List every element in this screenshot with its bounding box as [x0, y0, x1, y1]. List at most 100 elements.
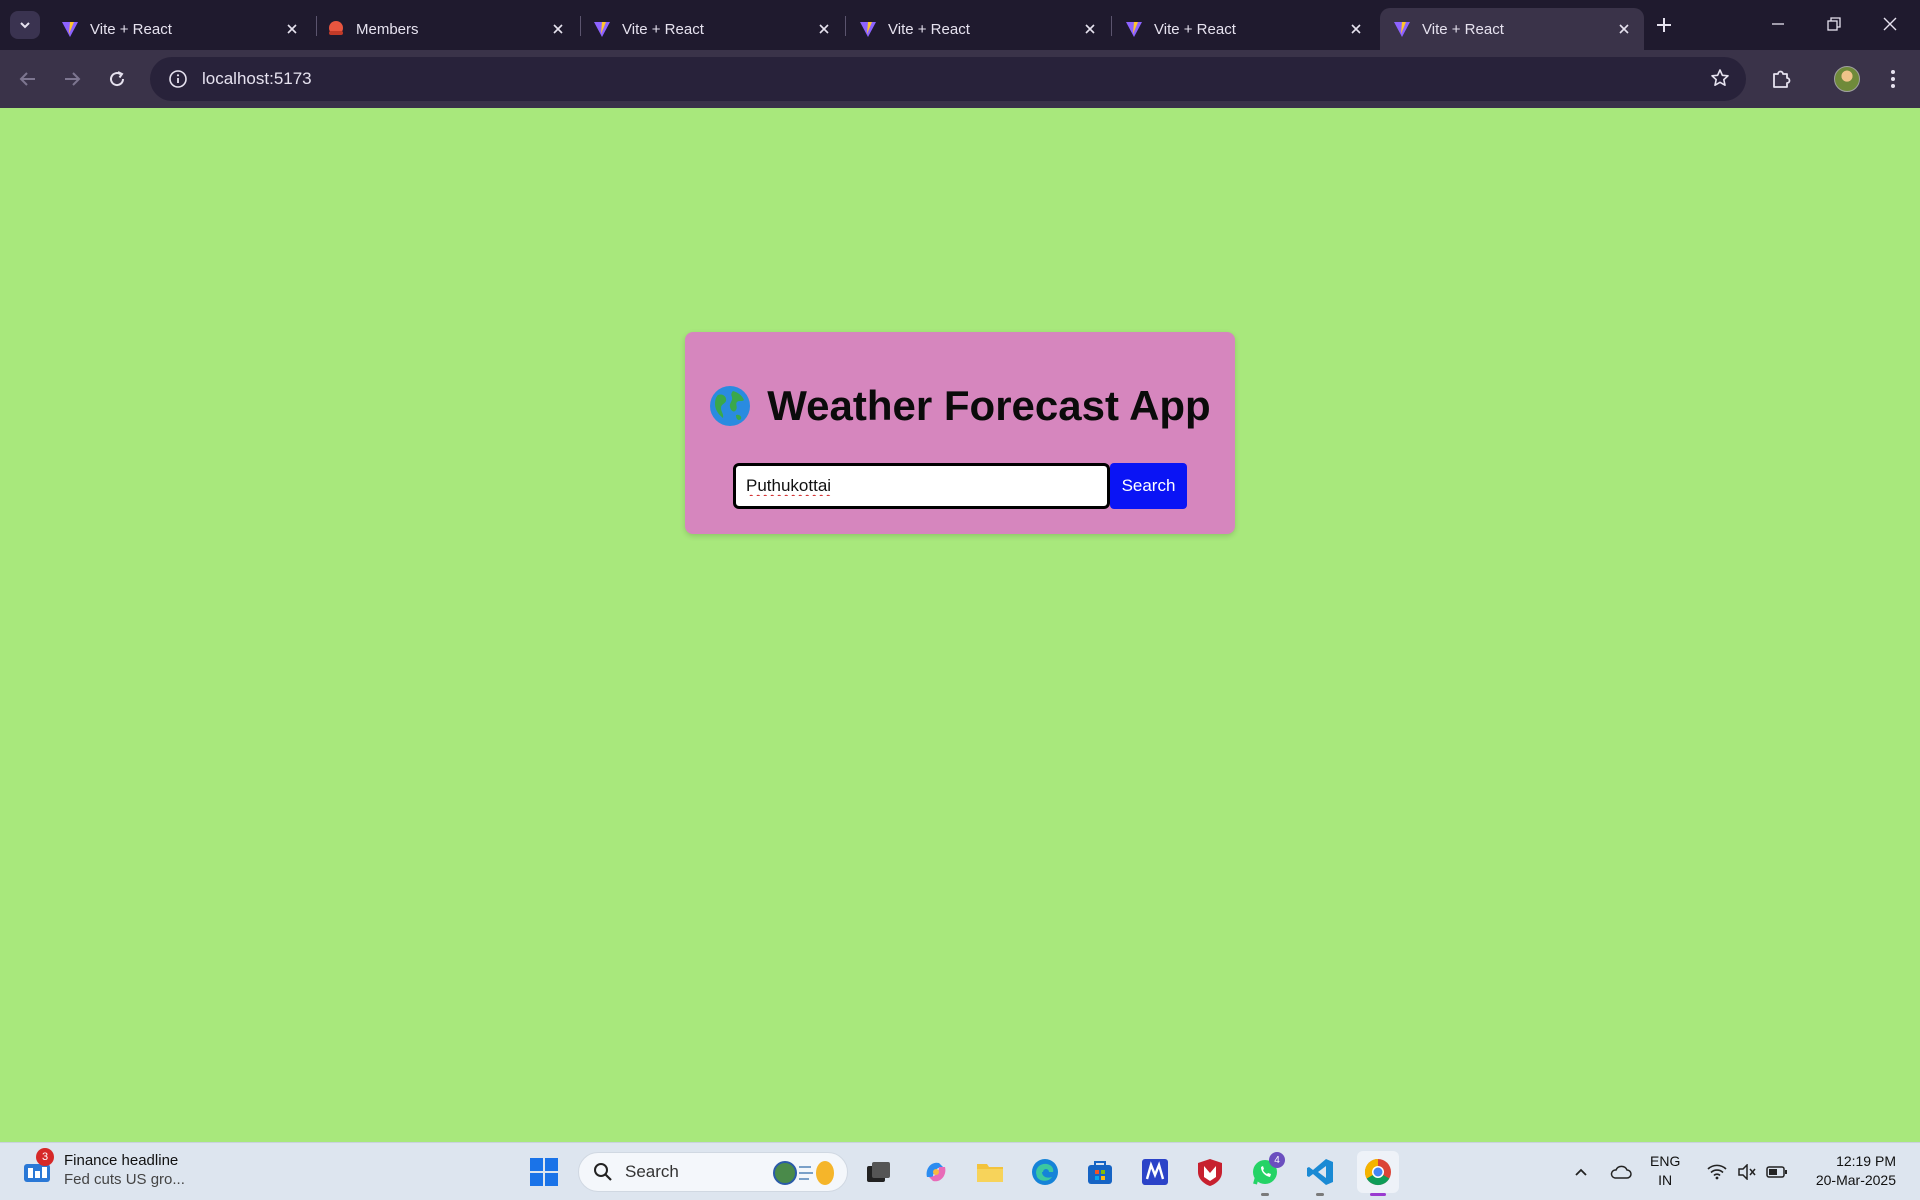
whatsapp-button[interactable]: 4 [1247, 1152, 1285, 1196]
battery-icon [1766, 1166, 1787, 1178]
app-header: Weather Forecast App [685, 382, 1235, 430]
taskbar-search[interactable]: Search [578, 1152, 848, 1192]
arrow-left-icon [19, 72, 35, 86]
globe-icon [710, 386, 751, 426]
copilot-button[interactable] [918, 1154, 954, 1190]
tab-title: Vite + React [888, 20, 970, 38]
tab-strip: Vite + React Members Vite + React Vite +… [0, 0, 1920, 50]
folder-icon [977, 1164, 1003, 1182]
address-bar[interactable]: localhost:5173 [150, 57, 1746, 101]
volume-muted-icon [1738, 1164, 1756, 1180]
cloud-icon [1610, 1165, 1632, 1179]
vite-icon [594, 22, 610, 37]
m-app-icon [1142, 1159, 1168, 1185]
puzzle-icon [1773, 70, 1791, 88]
notification-badge: 3 [36, 1148, 54, 1166]
news-widget[interactable]: 3 Finance headline Fed cuts US gro... [22, 1148, 185, 1189]
tab-title: Vite + React [90, 20, 172, 38]
battery-button[interactable] [1762, 1157, 1792, 1187]
search-icon [594, 1163, 612, 1181]
close-icon[interactable] [282, 19, 302, 39]
url-text: localhost:5173 [202, 69, 312, 88]
tab-search-button[interactable] [10, 11, 40, 39]
start-button[interactable] [526, 1154, 562, 1190]
forward-button[interactable] [57, 64, 87, 94]
edge-button[interactable] [1027, 1154, 1063, 1190]
members-icon [329, 21, 343, 35]
more-vertical-icon [1891, 70, 1895, 88]
chrome-icon [1364, 1158, 1391, 1186]
close-icon [1883, 17, 1897, 31]
tab-members[interactable]: Members [314, 8, 578, 50]
avatar [1834, 66, 1860, 92]
search-button[interactable]: Search [1110, 463, 1187, 509]
chevron-up-icon [1575, 1168, 1587, 1176]
reload-button[interactable] [102, 64, 132, 94]
tab-vite-react-1[interactable]: Vite + React [48, 8, 312, 50]
shield-icon [1198, 1159, 1222, 1186]
edge-icon [1032, 1159, 1058, 1185]
search-form: Search [733, 463, 1187, 509]
close-icon[interactable] [1080, 19, 1100, 39]
store-button[interactable] [1082, 1154, 1118, 1190]
vite-icon [1126, 22, 1142, 37]
browser-menu-button[interactable] [1878, 64, 1908, 94]
mcafee-button[interactable] [1192, 1154, 1228, 1190]
minimize-button[interactable] [1750, 0, 1806, 48]
show-hidden-icons-button[interactable] [1566, 1157, 1596, 1187]
close-icon[interactable] [1346, 19, 1366, 39]
widgets-icon: 3 [22, 1148, 54, 1186]
time: 12:19 PM [1836, 1153, 1896, 1169]
clock[interactable]: 12:19 PM 20-Mar-2025 [1800, 1152, 1896, 1190]
close-icon[interactable] [1614, 19, 1634, 39]
file-explorer-button[interactable] [972, 1154, 1008, 1190]
tab-vite-react-active[interactable]: Vite + React [1380, 8, 1644, 50]
running-indicator [1316, 1193, 1324, 1196]
notification-badge: 4 [1269, 1152, 1285, 1168]
reload-icon [110, 71, 125, 87]
minimize-icon [1772, 23, 1784, 25]
widget-subtitle: Fed cuts US gro... [64, 1171, 185, 1188]
tab-vite-react-5[interactable]: Vite + React [1112, 8, 1376, 50]
windows-taskbar: 3 Finance headline Fed cuts US gro... Se… [0, 1142, 1920, 1200]
search-label: Search [625, 1162, 679, 1181]
page-viewport: Weather Forecast App Search [0, 108, 1920, 1142]
weather-card: Weather Forecast App Search [685, 332, 1235, 534]
vite-icon [1394, 22, 1410, 37]
wifi-button[interactable] [1702, 1157, 1732, 1187]
widget-title: Finance headline [64, 1152, 179, 1169]
site-info-icon[interactable] [156, 69, 200, 89]
region-code: IN [1658, 1172, 1673, 1188]
task-view-icon [867, 1162, 890, 1182]
vscode-button[interactable] [1302, 1154, 1338, 1196]
task-view-button[interactable] [860, 1154, 896, 1190]
chrome-button[interactable] [1357, 1151, 1399, 1196]
tab-vite-react-3[interactable]: Vite + React [580, 8, 844, 50]
onedrive-button[interactable] [1606, 1157, 1636, 1187]
back-button[interactable] [13, 64, 43, 94]
volume-button[interactable] [1732, 1157, 1762, 1187]
close-icon[interactable] [814, 19, 834, 39]
extensions-button[interactable] [1766, 64, 1796, 94]
search-highlight-icon [773, 1161, 834, 1185]
app-m-button[interactable] [1137, 1154, 1173, 1190]
bookmark-star-icon[interactable] [1710, 68, 1730, 93]
running-indicator [1261, 1193, 1269, 1196]
tab-title: Vite + React [622, 20, 704, 38]
profile-button[interactable] [1832, 64, 1862, 94]
copilot-icon [926, 1162, 946, 1182]
tab-title: Members [356, 20, 419, 38]
arrow-right-icon [65, 72, 81, 86]
restore-icon [1827, 17, 1841, 31]
wifi-icon [1707, 1164, 1727, 1180]
tab-vite-react-4[interactable]: Vite + React [846, 8, 1110, 50]
restore-button[interactable] [1806, 0, 1862, 48]
city-search-input[interactable] [733, 463, 1110, 509]
close-window-button[interactable] [1862, 0, 1918, 48]
language-code: ENG [1650, 1153, 1681, 1169]
store-icon [1088, 1161, 1112, 1184]
vscode-icon [1307, 1159, 1333, 1185]
close-icon[interactable] [548, 19, 568, 39]
new-tab-button[interactable] [1650, 11, 1678, 39]
language-indicator[interactable]: ENG IN [1650, 1152, 1680, 1190]
